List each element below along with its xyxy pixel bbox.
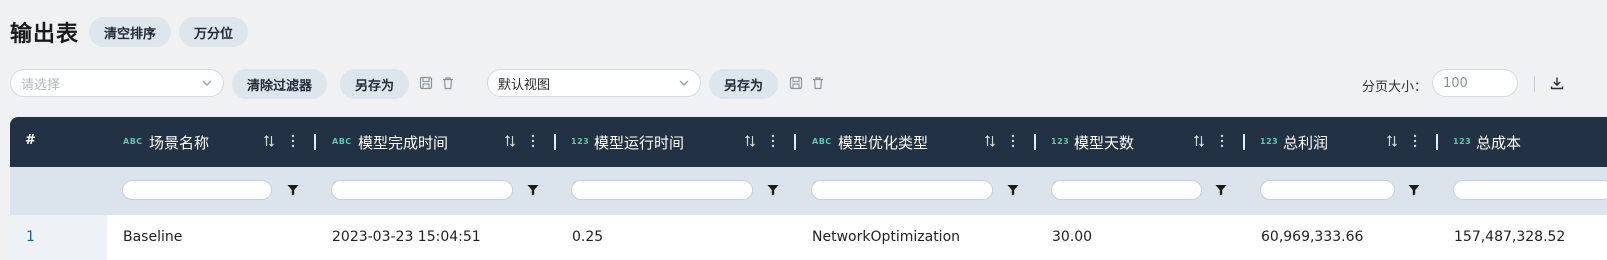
filter-select-placeholder: 请选择	[21, 77, 61, 93]
view-select-value: 默认视图	[498, 77, 551, 93]
column-resize-handle[interactable]	[554, 134, 556, 150]
row-index: 1	[26, 229, 35, 245]
data-grid: # ABC 场景名称 ABC 模型完成时间 123 模型运行时间 ABC 模型优…	[10, 117, 1607, 260]
column-header-model-optimization-type[interactable]: 模型优化类型	[838, 132, 928, 153]
delete-icon[interactable]	[811, 76, 825, 90]
column-filter-input[interactable]	[122, 180, 272, 200]
column-filter-input[interactable]	[571, 180, 753, 200]
column-filter-input[interactable]	[1051, 180, 1202, 200]
sort-icon[interactable]	[744, 134, 756, 148]
column-menu-icon[interactable]	[291, 133, 295, 149]
toolbar-divider	[1534, 76, 1535, 92]
filter-select[interactable]: 请选择	[10, 69, 224, 97]
column-resize-handle[interactable]	[794, 134, 796, 150]
index-column-header: #	[25, 133, 36, 148]
column-resize-handle[interactable]	[1436, 134, 1438, 150]
column-filter-input[interactable]	[1260, 180, 1395, 200]
page-size-input[interactable]: 100	[1432, 69, 1518, 97]
column-menu-icon[interactable]	[1413, 133, 1417, 149]
save-icon[interactable]	[789, 76, 803, 90]
sort-icon[interactable]	[984, 134, 996, 148]
column-menu-icon[interactable]	[1220, 133, 1224, 149]
row-index-cell: 1	[10, 215, 107, 260]
title-row: 输出表 清空排序 万分位	[10, 14, 256, 50]
download-icon[interactable]	[1550, 76, 1564, 90]
number-type-tag: 123	[1453, 137, 1472, 146]
clear-filter-button[interactable]: 清除过滤器	[232, 69, 328, 99]
number-type-tag: 123	[1051, 137, 1070, 146]
column-header-model-finish-time[interactable]: 模型完成时间	[358, 132, 448, 153]
filter-row	[10, 167, 1607, 215]
column-resize-handle[interactable]	[1034, 134, 1036, 150]
column-header-model-days[interactable]: 模型天数	[1074, 132, 1134, 153]
chevron-down-icon	[679, 80, 689, 86]
column-resize-handle[interactable]	[1243, 134, 1245, 150]
view-select[interactable]: 默认视图	[487, 69, 701, 97]
clear-sort-button[interactable]: 清空排序	[89, 17, 172, 47]
delete-icon[interactable]	[441, 76, 455, 90]
table-cell[interactable]: 60,969,333.66	[1261, 229, 1363, 245]
column-header-total-cost[interactable]: 总成本	[1476, 132, 1521, 153]
thousands-separator-button[interactable]: 万分位	[179, 17, 249, 47]
table-row[interactable]: 1 Baseline 2023-03-23 15:04:51 0.25 Netw…	[10, 215, 1607, 260]
column-filter-input[interactable]	[331, 180, 513, 200]
column-filter-input[interactable]	[811, 180, 993, 200]
sort-icon[interactable]	[1193, 134, 1205, 148]
save-as-view-button[interactable]: 另存为	[709, 69, 779, 99]
filter-icon[interactable]	[1408, 184, 1420, 196]
table-cell[interactable]: 30.00	[1052, 229, 1092, 245]
filter-icon[interactable]	[527, 184, 539, 196]
filter-icon[interactable]	[287, 184, 299, 196]
text-type-tag: ABC	[123, 137, 143, 146]
toolbar: 请选择 清除过滤器 另存为 默认视图 另存为 分页大小： 100	[10, 69, 1607, 99]
column-resize-handle[interactable]	[314, 134, 316, 150]
number-type-tag: 123	[1260, 137, 1279, 146]
table-cell[interactable]: Baseline	[123, 229, 182, 245]
filter-icon[interactable]	[1215, 184, 1227, 196]
table-cell[interactable]: 157,487,328.52	[1454, 229, 1565, 245]
column-menu-icon[interactable]	[1011, 133, 1015, 149]
chevron-down-icon	[202, 80, 212, 86]
column-menu-icon[interactable]	[531, 133, 535, 149]
header-row: # ABC 场景名称 ABC 模型完成时间 123 模型运行时间 ABC 模型优…	[10, 117, 1607, 167]
column-filter-input[interactable]	[1453, 180, 1607, 200]
filter-icon[interactable]	[1007, 184, 1019, 196]
text-type-tag: ABC	[332, 137, 352, 146]
number-type-tag: 123	[571, 137, 590, 146]
save-icon[interactable]	[419, 76, 433, 90]
table-cell[interactable]: 0.25	[572, 229, 603, 245]
sort-icon[interactable]	[504, 134, 516, 148]
page-title: 输出表	[10, 22, 80, 47]
column-header-model-run-time[interactable]: 模型运行时间	[594, 132, 684, 153]
sort-icon[interactable]	[1386, 134, 1398, 148]
column-header-total-profit[interactable]: 总利润	[1283, 132, 1328, 153]
table-cell[interactable]: 2023-03-23 15:04:51	[332, 229, 481, 245]
page-size-label: 分页大小：	[1362, 80, 1428, 95]
save-as-filter-button[interactable]: 另存为	[340, 69, 410, 99]
text-type-tag: ABC	[812, 137, 832, 146]
table-cell[interactable]: NetworkOptimization	[812, 229, 960, 245]
filter-icon[interactable]	[767, 184, 779, 196]
column-menu-icon[interactable]	[771, 133, 775, 149]
sort-icon[interactable]	[263, 134, 275, 148]
column-header-scene-name[interactable]: 场景名称	[149, 132, 209, 153]
